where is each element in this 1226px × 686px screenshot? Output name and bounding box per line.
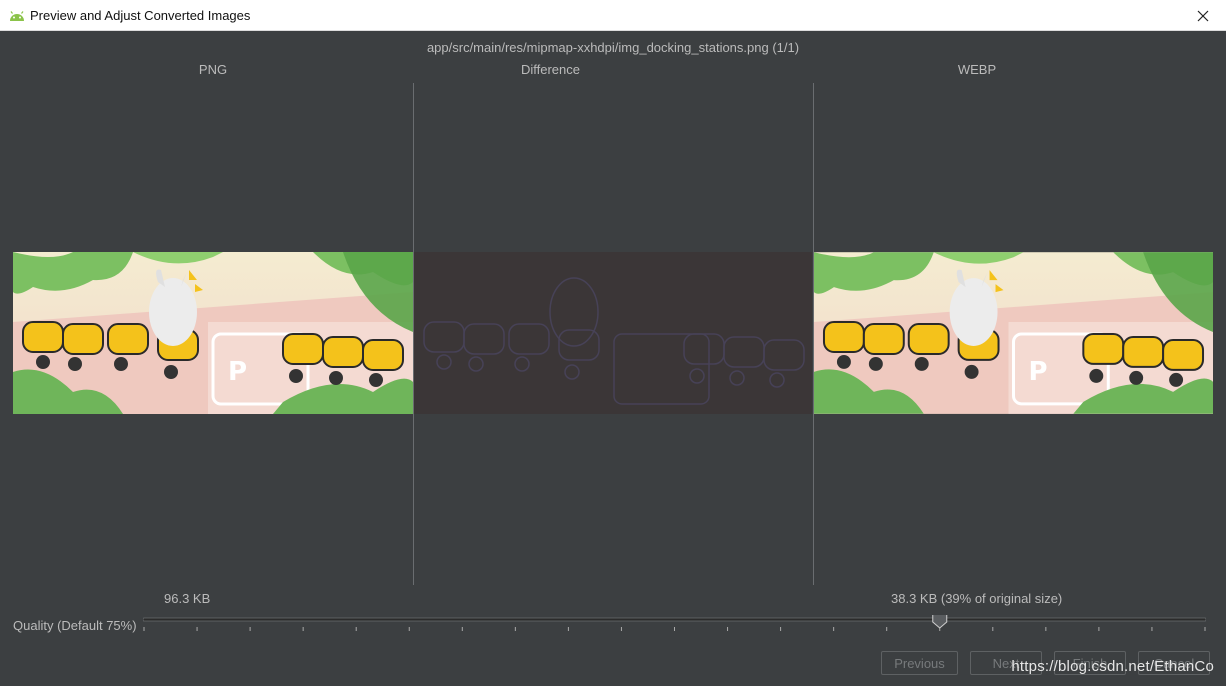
quality-slider[interactable] (143, 615, 1206, 639)
webp-preview-image: P (814, 252, 1213, 414)
converted-images-dialog: app/src/main/res/mipmap-xxhdpi/img_docki… (0, 31, 1226, 686)
svg-text:P: P (228, 357, 247, 387)
difference-preview-image (414, 252, 812, 414)
svg-text:P: P (1028, 357, 1047, 387)
previous-button[interactable]: Previous (881, 651, 958, 675)
slider-track (143, 617, 1206, 622)
close-button[interactable] (1180, 0, 1226, 31)
webp-file-size: 38.3 KB (39% of original size) (891, 591, 1063, 606)
webp-column-label: WEBP (957, 62, 997, 77)
close-icon (1197, 10, 1209, 21)
slider-thumb[interactable] (932, 615, 948, 629)
android-icon (10, 11, 24, 21)
png-column-label: PNG (198, 62, 228, 77)
slider-ticks (143, 627, 1206, 631)
file-path: app/src/main/res/mipmap-xxhdpi/img_docki… (426, 40, 800, 55)
png-file-size: 96.3 KB (164, 591, 211, 606)
png-preview-image: P (13, 252, 413, 414)
quality-label: Quality (Default 75%) (13, 618, 137, 633)
window-titlebar: Preview and Adjust Converted Images (0, 0, 1226, 31)
difference-column-label: Difference (520, 62, 580, 77)
watermark-text: https://blog.csdn.net/EthanCo (1011, 658, 1214, 675)
window-title: Preview and Adjust Converted Images (30, 8, 251, 23)
